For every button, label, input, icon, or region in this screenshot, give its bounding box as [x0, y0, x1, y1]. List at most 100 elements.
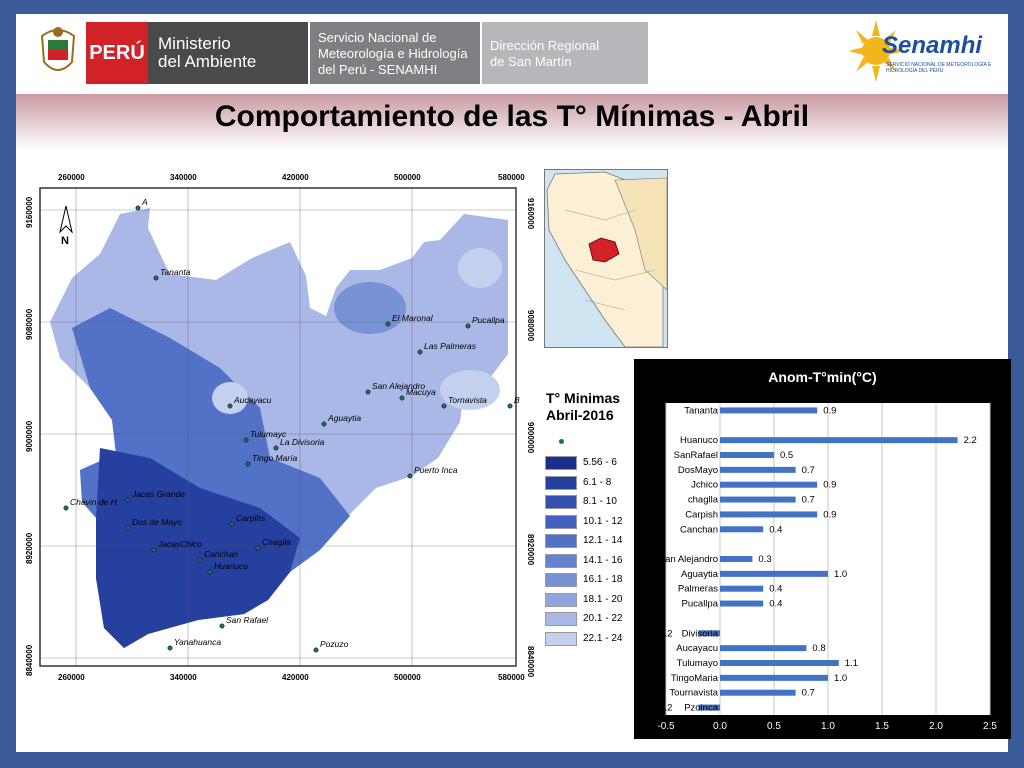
x-tick-label: 1.0 — [821, 721, 835, 732]
x-tick-label: 0.5 — [767, 721, 781, 732]
value-label: 0.7 — [802, 688, 815, 699]
map-y-tick: 8840000 — [526, 646, 535, 678]
x-tick-label: 1.5 — [875, 721, 889, 732]
region-spot — [458, 248, 502, 288]
station-marker — [227, 403, 233, 409]
station-marker-icon — [559, 439, 564, 444]
map-x-tick: 580000 — [498, 173, 525, 182]
station-marker — [465, 323, 471, 329]
category-label: Pzoinca — [684, 703, 719, 714]
station-marker — [219, 623, 225, 629]
logo-subtitle: SERVICIO NACIONAL DE METEOROLOGÍA E HIDR… — [886, 62, 992, 74]
bar — [720, 511, 818, 518]
category-label: Aucayacu — [676, 643, 718, 654]
value-label: 1.0 — [834, 569, 847, 580]
map-y-tick: 8840000 — [25, 644, 34, 676]
direction-label: Dirección Regional de San Martín — [482, 22, 648, 84]
value-label: 1.1 — [845, 658, 858, 669]
station-marker — [135, 205, 141, 211]
category-label: Tournavista — [669, 688, 718, 699]
station-marker — [207, 569, 213, 575]
station-marker — [153, 275, 159, 281]
value-label: 0.5 — [780, 450, 793, 461]
bar — [720, 526, 764, 533]
legend-label: 12.1 - 14 — [583, 535, 623, 546]
x-tick-label: 2.0 — [929, 721, 943, 732]
bar — [720, 645, 807, 652]
station-label: Tingo María — [252, 453, 298, 463]
senamhi-logo: Senamhi SERVICIO NACIONAL DE METEOROLOGÍ… — [846, 18, 996, 84]
bar — [720, 481, 818, 488]
value-label: 0.4 — [769, 524, 782, 535]
station-label: Canchan — [204, 549, 238, 559]
legend-swatch — [545, 612, 577, 626]
value-label: 0.7 — [802, 495, 815, 506]
station-label: Huanuco — [214, 561, 248, 571]
category-label: Aguaytia — [681, 569, 719, 580]
value-label: 1.0 — [834, 673, 847, 684]
category-label: San Alejandro — [659, 554, 718, 565]
station-marker — [63, 505, 69, 511]
legend-swatch — [545, 495, 577, 509]
legend-swatch — [545, 456, 577, 470]
peru-label: PERÚ — [86, 22, 148, 84]
map-y-tick: 8920000 — [25, 532, 34, 564]
station-marker — [385, 321, 391, 327]
category-label: Pucallpa — [682, 599, 719, 610]
legend-title-line-1: T° Minimas — [546, 390, 621, 406]
category-label: Tananta — [684, 405, 719, 416]
category-label: Huanuco — [680, 435, 718, 446]
station-label: La Divisoria — [280, 437, 325, 447]
peru-crest-icon — [36, 22, 80, 82]
station-label: Aucayacu — [233, 395, 272, 405]
value-label: 0.9 — [823, 405, 836, 416]
map-y-tick: 9080000 — [526, 310, 535, 342]
value-label: 0.3 — [758, 554, 771, 565]
ministry-line-1: Ministerio — [158, 34, 231, 53]
service-line-1: Servicio Nacional de — [318, 30, 437, 45]
legend-label: 14.1 - 16 — [583, 554, 623, 566]
map-y-tick: 9080000 — [25, 308, 34, 340]
temperature-map: N 260000 340000 420000 500000 580000 260… — [20, 158, 540, 688]
map-y-tick: 9000000 — [526, 422, 535, 454]
service-label: Servicio Nacional de Meteorología e Hidr… — [310, 22, 480, 84]
value-label: 0.8 — [812, 643, 825, 654]
station-label: JacasChico — [157, 539, 202, 549]
legend-label: 20.1 - 22 — [583, 613, 623, 624]
ministry-line-2: del Ambiente — [158, 52, 257, 71]
region-spot — [334, 282, 406, 334]
category-label: Divisoria — [682, 628, 719, 639]
bar — [720, 466, 796, 473]
category-label: Palmeras — [678, 584, 718, 595]
station-marker — [243, 437, 249, 443]
station-marker — [399, 395, 405, 401]
station-label: Yanahuanca — [174, 637, 221, 647]
bar — [720, 600, 764, 607]
category-label: Tulumayo — [677, 658, 718, 669]
legend-title-line-2: Abril-2016 — [546, 407, 614, 423]
category-label: SanRafael — [674, 450, 718, 461]
station-label: Chavin de H. — [70, 497, 119, 507]
legend-label: 18.1 - 20 — [583, 593, 623, 605]
value-label: 0.9 — [823, 480, 836, 491]
value-label: 0.4 — [769, 599, 782, 610]
legend-label: 22.1 - 24 — [583, 632, 623, 644]
station-label: B — [514, 395, 520, 405]
x-tick-label: 2.5 — [983, 721, 997, 732]
bar — [720, 452, 774, 458]
legend-label: 8.1 - 10 — [583, 496, 617, 507]
station-marker — [365, 389, 371, 395]
station-marker — [313, 647, 319, 653]
north-label: N — [61, 235, 69, 247]
legend-label: 10.1 - 12 — [583, 515, 623, 527]
station-label: Pozuzo — [320, 639, 349, 649]
station-marker — [125, 497, 131, 503]
station-label: Las Palmeras — [424, 341, 477, 351]
station-marker — [151, 547, 157, 553]
map-y-tick: 9160000 — [25, 196, 34, 228]
value-label: 0.4 — [769, 584, 782, 595]
station-label: San Rafael — [226, 615, 269, 625]
peru-inset-map — [544, 169, 668, 348]
legend-label: 6.1 - 8 — [583, 476, 612, 488]
station-marker — [255, 545, 261, 551]
